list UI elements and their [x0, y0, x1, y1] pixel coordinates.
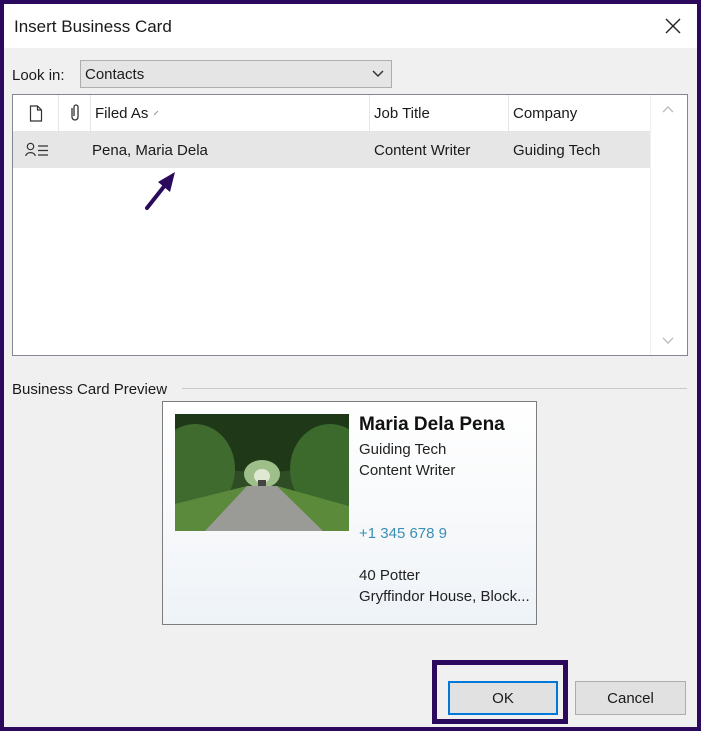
chevron-down-icon [372, 70, 384, 78]
close-button[interactable] [655, 10, 691, 42]
card-phone: +1 345 678 9 [359, 525, 448, 542]
column-filed-as-header[interactable]: Filed As [91, 95, 370, 131]
job-title-header-label: Job Title [374, 104, 430, 122]
close-icon [665, 18, 681, 34]
column-job-title-header[interactable]: Job Title [370, 95, 509, 131]
card-address-line1: 40 Potter [359, 567, 420, 584]
insert-business-card-dialog: Insert Business Card Look in: Contacts F… [4, 4, 697, 727]
card-address-line2: Gryffindor House, Block... [359, 588, 530, 605]
look-in-dropdown[interactable]: Contacts [80, 60, 392, 88]
annotation-arrow-icon [145, 172, 175, 210]
contacts-list[interactable]: Filed As Job Title Company Pena, Maria D… [12, 94, 688, 356]
vertical-scrollbar[interactable] [650, 95, 687, 355]
card-job-title: Content Writer [359, 462, 456, 479]
contact-row[interactable]: Pena, Maria Dela Content Writer Guiding … [13, 132, 651, 168]
list-header: Filed As Job Title Company [13, 95, 651, 132]
cancel-button[interactable]: Cancel [575, 681, 686, 715]
document-icon [29, 104, 42, 122]
business-card-preview: Maria Dela Pena Guiding Tech Content Wri… [162, 401, 537, 625]
contact-filed-as: Pena, Maria Dela [92, 141, 208, 159]
contact-card-icon [25, 132, 55, 168]
column-icon-header[interactable] [13, 95, 59, 131]
contact-photo [175, 414, 349, 531]
contact-job-title: Content Writer [374, 141, 471, 159]
preview-divider [182, 388, 687, 389]
filed-as-header-label: Filed As [95, 104, 149, 122]
look-in-value: Contacts [85, 66, 145, 83]
title-bar: Insert Business Card [4, 4, 697, 48]
scroll-down-icon[interactable] [661, 335, 675, 345]
column-attachment-header[interactable] [59, 95, 91, 131]
sort-ascending-icon [153, 110, 159, 116]
dialog-title: Insert Business Card [14, 17, 172, 36]
business-card-preview-label: Business Card Preview [12, 381, 168, 398]
scroll-up-icon[interactable] [661, 105, 675, 115]
contact-company: Guiding Tech [513, 141, 601, 159]
card-company: Guiding Tech [359, 441, 447, 458]
column-company-header[interactable]: Company [509, 95, 651, 131]
company-header-label: Company [513, 104, 578, 122]
ok-button[interactable]: OK [448, 681, 558, 715]
card-contact-name: Maria Dela Pena [359, 414, 505, 435]
paperclip-icon [70, 104, 79, 121]
look-in-label: Look in: [12, 67, 65, 84]
